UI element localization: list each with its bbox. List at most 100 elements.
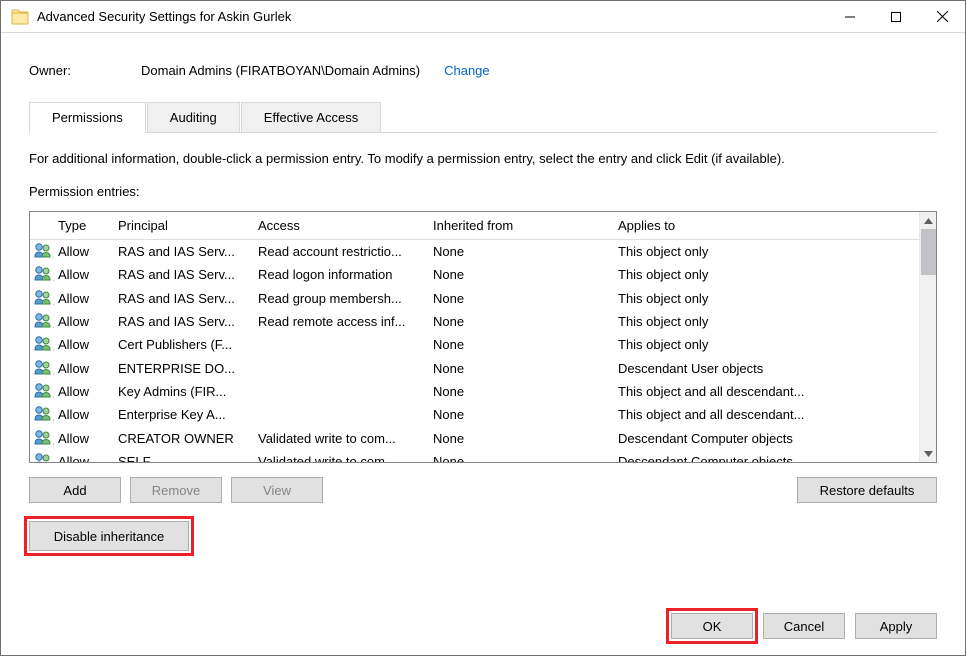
- permissions-grid: Type Principal Access Inherited from App…: [29, 211, 937, 463]
- cell-principal: RAS and IAS Serv...: [114, 314, 254, 329]
- cell-applies: This object only: [614, 291, 919, 306]
- cell-principal: RAS and IAS Serv...: [114, 267, 254, 282]
- vertical-scrollbar[interactable]: [919, 212, 936, 462]
- cell-inherited: None: [429, 454, 614, 462]
- tab-auditing[interactable]: Auditing: [147, 102, 240, 132]
- window-title: Advanced Security Settings for Askin Gur…: [37, 9, 827, 24]
- cell-access: Read remote access inf...: [254, 314, 429, 329]
- cell-principal: Cert Publishers (F...: [114, 337, 254, 352]
- cell-type: Allow: [54, 431, 114, 446]
- table-row[interactable]: AllowRAS and IAS Serv...Read account res…: [30, 240, 919, 263]
- cell-applies: This object only: [614, 267, 919, 282]
- cell-principal: Enterprise Key A...: [114, 407, 254, 422]
- titlebar-buttons: [827, 2, 965, 32]
- cell-inherited: None: [429, 431, 614, 446]
- group-icon: [34, 429, 52, 448]
- table-row[interactable]: AllowEnterprise Key A... NoneThis object …: [30, 403, 919, 426]
- cell-applies: This object and all descendant...: [614, 384, 919, 399]
- group-icon: [34, 382, 52, 401]
- minimize-button[interactable]: [827, 2, 873, 32]
- scroll-up-icon[interactable]: [920, 212, 937, 229]
- table-row[interactable]: AllowCREATOR OWNERValidated write to com…: [30, 426, 919, 449]
- tab-effective-access[interactable]: Effective Access: [241, 102, 381, 132]
- view-button[interactable]: View: [231, 477, 323, 503]
- cell-applies: Descendant User objects: [614, 361, 919, 376]
- cell-applies: This object only: [614, 314, 919, 329]
- cell-inherited: None: [429, 361, 614, 376]
- col-header-access[interactable]: Access: [254, 218, 429, 233]
- cell-applies: Descendant Computer objects: [614, 454, 919, 462]
- grid-header: Type Principal Access Inherited from App…: [30, 212, 919, 240]
- cell-type: Allow: [54, 314, 114, 329]
- cell-inherited: None: [429, 267, 614, 282]
- grid-button-row: Add Remove View Restore defaults: [29, 477, 937, 503]
- apply-button[interactable]: Apply: [855, 613, 937, 639]
- cell-inherited: None: [429, 314, 614, 329]
- folder-icon: [11, 8, 29, 26]
- col-header-inherited[interactable]: Inherited from: [429, 218, 614, 233]
- cell-access: Read logon information: [254, 267, 429, 282]
- group-icon: [34, 335, 52, 354]
- dialog-content: Owner: Domain Admins (FIRATBOYAN\Domain …: [1, 33, 965, 655]
- table-row[interactable]: AllowENTERPRISE DO...NoneDescendant User…: [30, 356, 919, 379]
- cell-type: Allow: [54, 337, 114, 352]
- table-row[interactable]: AllowKey Admins (FIR...NoneThis object a…: [30, 380, 919, 403]
- add-button[interactable]: Add: [29, 477, 121, 503]
- owner-label: Owner:: [29, 63, 141, 78]
- cell-type: Allow: [54, 454, 114, 462]
- close-button[interactable]: [919, 2, 965, 32]
- cell-access: Read account restrictio...: [254, 244, 429, 259]
- owner-value: Domain Admins (FIRATBOYAN\Domain Admins): [141, 63, 420, 78]
- group-icon: [34, 405, 52, 424]
- table-row[interactable]: AllowCert Publishers (F...NoneThis objec…: [30, 333, 919, 356]
- scroll-down-icon[interactable]: [920, 445, 937, 462]
- tab-permissions[interactable]: Permissions: [29, 102, 146, 133]
- cell-access: Validated write to com...: [254, 454, 429, 462]
- cell-access: Read group membersh...: [254, 291, 429, 306]
- col-header-principal[interactable]: Principal: [114, 218, 254, 233]
- group-icon: [34, 312, 52, 331]
- ok-button[interactable]: OK: [671, 613, 753, 639]
- titlebar: Advanced Security Settings for Askin Gur…: [1, 1, 965, 33]
- group-icon: [34, 242, 52, 261]
- col-header-applies[interactable]: Applies to: [614, 218, 919, 233]
- table-row[interactable]: AllowRAS and IAS Serv...Read remote acce…: [30, 310, 919, 333]
- cell-type: Allow: [54, 384, 114, 399]
- table-row[interactable]: AllowRAS and IAS Serv...Read group membe…: [30, 287, 919, 310]
- col-header-type[interactable]: Type: [54, 218, 114, 233]
- dialog-footer: OK Cancel Apply: [29, 591, 937, 639]
- cell-inherited: None: [429, 291, 614, 306]
- cell-principal: Key Admins (FIR...: [114, 384, 254, 399]
- owner-row: Owner: Domain Admins (FIRATBOYAN\Domain …: [29, 63, 937, 78]
- cell-principal: RAS and IAS Serv...: [114, 291, 254, 306]
- cell-inherited: None: [429, 407, 614, 422]
- table-row[interactable]: AllowRAS and IAS Serv...Read logon infor…: [30, 263, 919, 286]
- remove-button[interactable]: Remove: [130, 477, 222, 503]
- cell-principal: CREATOR OWNER: [114, 431, 254, 446]
- cell-inherited: None: [429, 244, 614, 259]
- cell-applies: This object and all descendant...: [614, 407, 919, 422]
- cell-principal: RAS and IAS Serv...: [114, 244, 254, 259]
- cell-principal: SELF: [114, 454, 254, 462]
- cell-type: Allow: [54, 244, 114, 259]
- restore-defaults-button[interactable]: Restore defaults: [797, 477, 937, 503]
- advanced-security-dialog: Advanced Security Settings for Askin Gur…: [0, 0, 966, 656]
- cell-principal: ENTERPRISE DO...: [114, 361, 254, 376]
- cancel-button[interactable]: Cancel: [763, 613, 845, 639]
- tab-instructions: For additional information, double-click…: [29, 151, 937, 166]
- maximize-button[interactable]: [873, 2, 919, 32]
- cell-type: Allow: [54, 407, 114, 422]
- group-icon: [34, 359, 52, 378]
- table-row[interactable]: AllowSELFValidated write to com...NoneDe…: [30, 450, 919, 462]
- owner-change-link[interactable]: Change: [444, 63, 490, 78]
- tab-strip: Permissions Auditing Effective Access: [29, 102, 937, 133]
- group-icon: [34, 452, 52, 462]
- cell-type: Allow: [54, 291, 114, 306]
- cell-applies: This object only: [614, 337, 919, 352]
- cell-applies: This object only: [614, 244, 919, 259]
- cell-type: Allow: [54, 267, 114, 282]
- grid-body: AllowRAS and IAS Serv...Read account res…: [30, 240, 919, 462]
- cell-applies: Descendant Computer objects: [614, 431, 919, 446]
- scroll-thumb[interactable]: [921, 229, 936, 275]
- disable-inheritance-button[interactable]: Disable inheritance: [29, 521, 189, 551]
